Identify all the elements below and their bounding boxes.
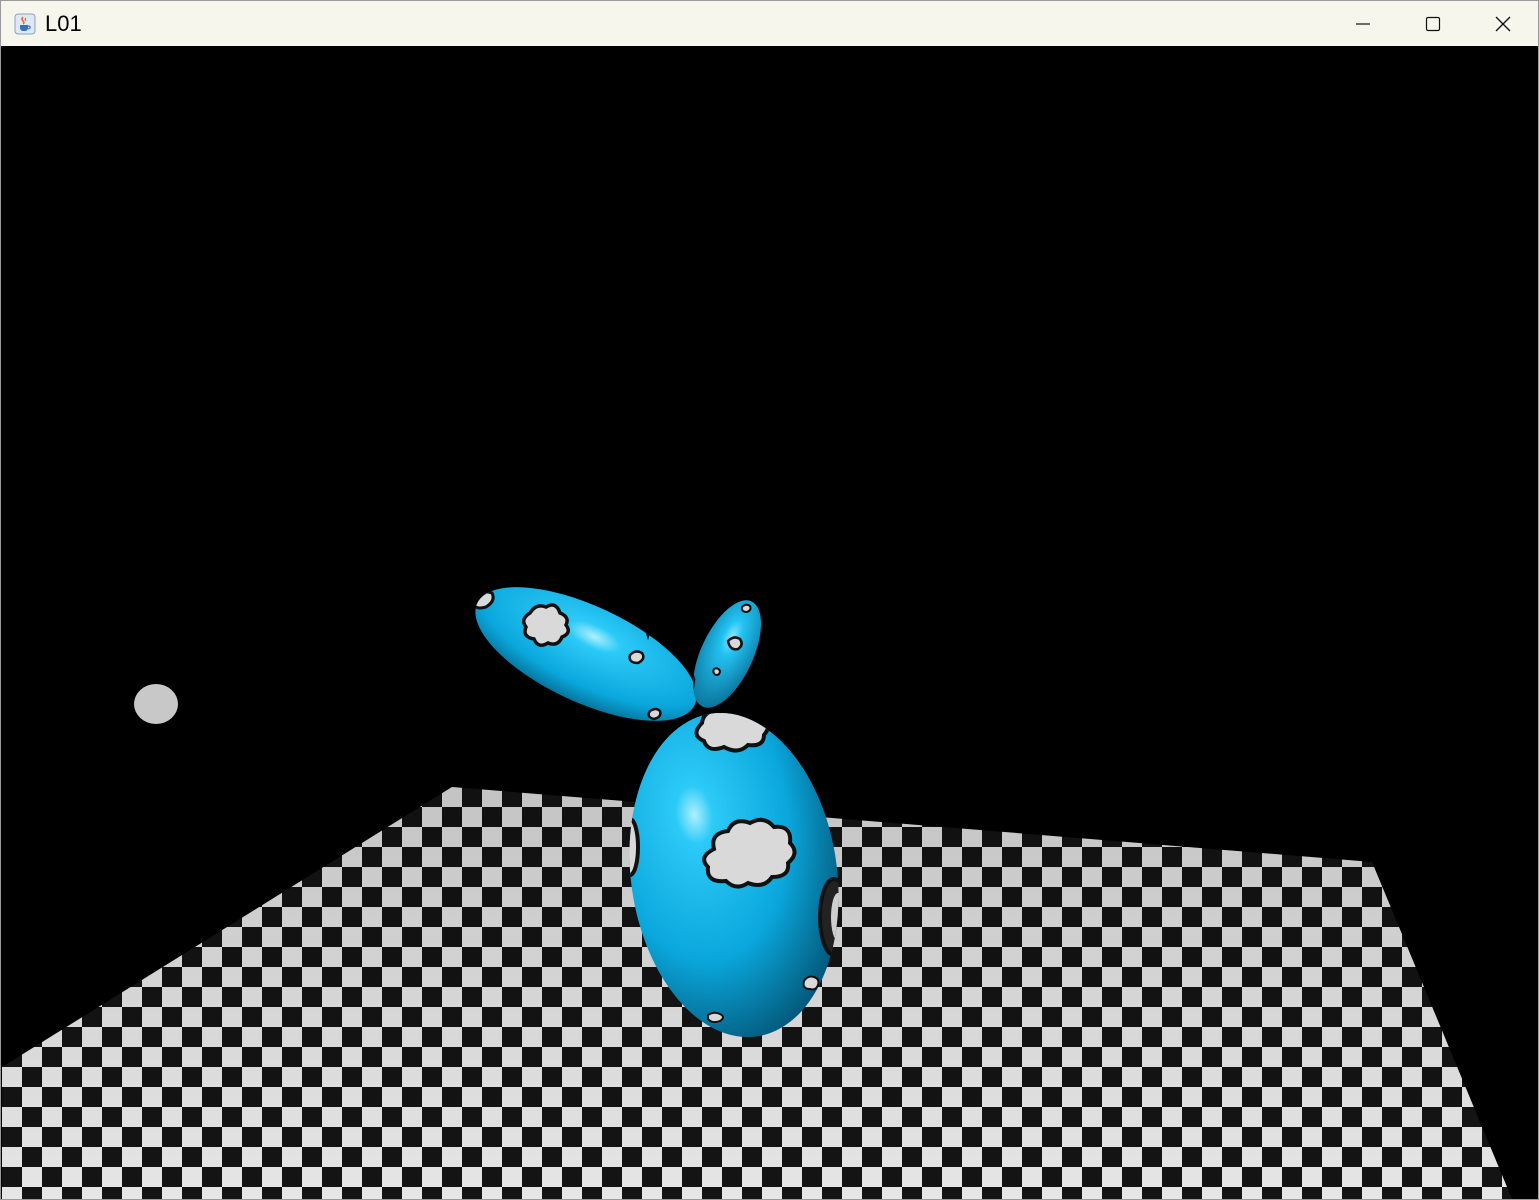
minimize-button[interactable] <box>1328 1 1398 46</box>
maximize-icon <box>1425 16 1441 31</box>
title-bar[interactable]: L01 <box>1 1 1538 46</box>
window-controls <box>1328 1 1538 46</box>
3d-scene <box>2 587 1512 1199</box>
render-viewport[interactable] <box>2 47 1538 1199</box>
window-title: L01 <box>45 10 82 36</box>
maximize-button[interactable] <box>1398 1 1468 46</box>
application-window: L01 <box>0 0 1539 1200</box>
minimize-icon <box>1356 22 1370 25</box>
balloon-head <box>472 587 697 721</box>
close-button[interactable] <box>1468 1 1538 46</box>
java-coffee-cup-icon[interactable] <box>13 12 37 36</box>
light-source-marker <box>134 684 178 724</box>
close-icon <box>1495 16 1511 31</box>
